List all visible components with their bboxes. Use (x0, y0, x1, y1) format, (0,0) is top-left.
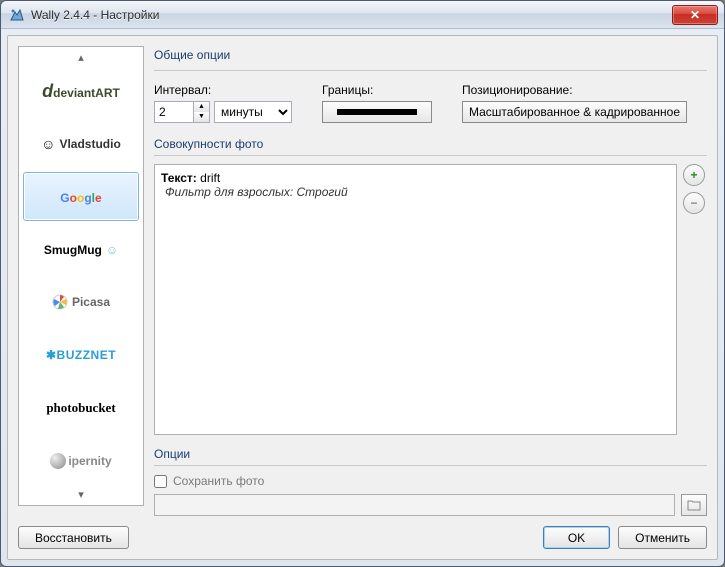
spin-down[interactable]: ▼ (194, 112, 209, 122)
sidebar-item-label: Picasa (72, 295, 110, 309)
save-path-input[interactable] (154, 494, 675, 516)
close-button[interactable]: ✕ (672, 5, 718, 25)
scroll-up-button[interactable]: ▴ (19, 51, 143, 65)
content-pane: Общие опции Интервал: ▲▼ минуты (154, 46, 707, 516)
save-photo-label: Сохранить фото (173, 474, 264, 488)
sidebar-item-deviantart[interactable]: ddeviantART (23, 67, 139, 116)
list-item-detail: Фильтр для взрослых: Строгий (165, 185, 670, 199)
restore-button[interactable]: Восстановить (18, 526, 129, 549)
folder-icon (687, 499, 701, 511)
sidebar-item-ipernity[interactable]: ipernity (23, 436, 139, 485)
sidebar-item-google[interactable]: Google (23, 172, 139, 221)
client-area: ▴ ddeviantART ☺ Vladstudio Google SmugMug… (7, 35, 718, 560)
sidebar-item-smugmug[interactable]: SmugMug ☺ (23, 225, 139, 274)
sidebar-item-label: BUZZNET (57, 348, 117, 362)
scroll-down-button[interactable]: ▾ (19, 487, 143, 501)
save-photo-checkbox[interactable] (154, 475, 167, 488)
interval-spinner[interactable]: ▲▼ (154, 101, 210, 123)
spin-up[interactable]: ▲ (194, 102, 209, 112)
dialog-footer: Восстановить OK Отменить (18, 526, 707, 549)
smile-icon: ☺ (106, 243, 118, 257)
ok-button[interactable]: OK (543, 526, 610, 549)
globe-icon (50, 453, 66, 469)
position-label: Позиционирование: (462, 83, 687, 97)
sidebar-item-buzznet[interactable]: ✱BUZZNET (23, 331, 139, 380)
titlebar[interactable]: Wally 2.4.4 - Настройки ✕ (1, 1, 724, 29)
list-item[interactable]: Текст: drift (161, 171, 670, 185)
minus-icon: − (690, 196, 697, 210)
sidebar-item-label: ipernity (68, 454, 111, 468)
person-icon: ☺ (41, 136, 55, 152)
collections-list[interactable]: Текст: drift Фильтр для взрослых: Строги… (154, 164, 677, 435)
interval-unit-select[interactable]: минуты (214, 101, 292, 123)
interval-label: Интервал: (154, 83, 292, 97)
source-sidebar: ▴ ddeviantART ☺ Vladstudio Google SmugMug… (18, 46, 144, 506)
settings-window: Wally 2.4.4 - Настройки ✕ ▴ ddeviantART … (0, 0, 725, 567)
options-heading: Опции (154, 445, 707, 463)
interval-input[interactable] (154, 101, 194, 123)
collections-heading: Совокупности фото (154, 135, 707, 153)
border-color-button[interactable] (322, 101, 432, 123)
sidebar-item-photobucket[interactable]: photobucket (23, 384, 139, 433)
general-heading: Общие опции (154, 46, 707, 64)
save-photo-checkbox-row[interactable]: Сохранить фото (154, 474, 707, 488)
add-collection-button[interactable]: + (683, 164, 705, 186)
sidebar-item-label: Vladstudio (59, 137, 120, 151)
sidebar-item-picasa[interactable]: Picasa (23, 278, 139, 327)
browse-button[interactable] (681, 494, 707, 516)
picasa-icon (52, 294, 68, 310)
close-icon: ✕ (690, 8, 700, 22)
borders-label: Границы: (322, 83, 432, 97)
sidebar-item-label: SmugMug (44, 243, 102, 257)
position-button[interactable]: Масштабированное & кадрированное (462, 101, 687, 123)
plus-icon: + (690, 168, 697, 182)
window-title: Wally 2.4.4 - Настройки (31, 8, 672, 22)
border-swatch (337, 109, 417, 115)
cancel-button[interactable]: Отменить (618, 526, 707, 549)
sidebar-item-vladstudio[interactable]: ☺ Vladstudio (23, 119, 139, 168)
app-icon (9, 7, 25, 23)
sidebar-item-label: photobucket (46, 400, 115, 416)
remove-collection-button[interactable]: − (683, 192, 705, 214)
sidebar-item-label: deviantART (53, 86, 120, 100)
